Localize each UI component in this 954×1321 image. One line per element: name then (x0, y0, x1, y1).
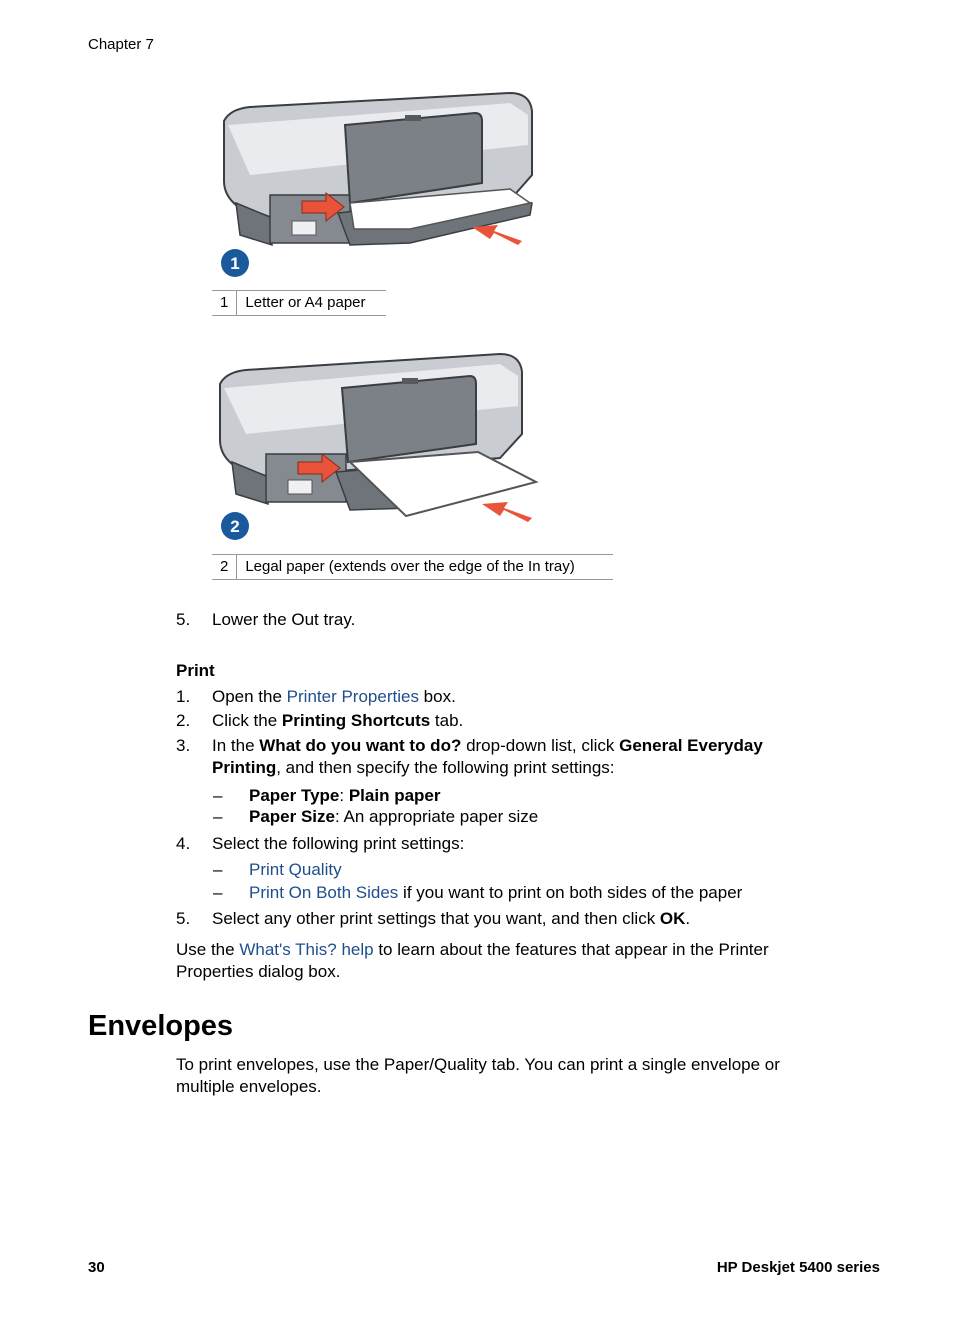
whats-this-help-link[interactable]: What's This? help (239, 940, 373, 959)
list-text: Lower the Out tray. (212, 610, 356, 629)
chapter-header: Chapter 7 (88, 36, 154, 53)
text: To print envelopes, use the Paper/Qualit… (176, 1055, 780, 1074)
section-heading-print: Print (176, 661, 215, 680)
callout-badge-2: 2 (221, 512, 249, 540)
envelopes-intro: To print envelopes, use the Paper/Qualit… (176, 1054, 780, 1098)
printer-illustration-legal: 2 (219, 352, 539, 540)
dash: – (213, 786, 223, 805)
bold-text: Printing Shortcuts (281, 711, 431, 730)
text: . (685, 909, 691, 928)
sub-text: Paper Size: An appropriate paper size (249, 806, 538, 828)
text: Select any other print settings that you… (212, 909, 660, 928)
list-number: 3. (176, 736, 191, 755)
print-on-both-sides-link[interactable]: Print On Both Sides (249, 883, 398, 902)
callout-badge-1: 1 (221, 249, 249, 277)
printer-illustration-letter: 1 (221, 91, 533, 277)
list-number: 2. (176, 711, 191, 730)
dash: – (213, 807, 223, 826)
text: tab. (430, 711, 464, 730)
text: drop-down list, click (461, 736, 620, 755)
list-number: 5. (176, 610, 191, 629)
section-heading-envelopes: Envelopes (88, 1010, 234, 1042)
list-number: 5. (176, 909, 191, 928)
sub-text: Print On Both Sides if you want to print… (249, 882, 742, 904)
dash: – (213, 883, 223, 902)
text: Properties dialog box. (176, 962, 341, 981)
bold-text: Paper Type (249, 786, 340, 805)
bold-text: What do you want to do? (259, 736, 462, 755)
caption-text: Legal paper (extends over the edge of th… (245, 558, 575, 575)
sub-text: Paper Type: Plain paper (249, 785, 440, 807)
list-number: 1. (176, 687, 191, 706)
caption-number: 2 (212, 554, 238, 580)
sub-text: Print Quality (249, 859, 342, 881)
caption-number: 1 (212, 290, 238, 316)
text: Use the (176, 940, 240, 959)
product-name: HP Deskjet 5400 series (716, 1259, 880, 1276)
text: to learn about the features that appear … (373, 940, 769, 959)
list-text: Select any other print settings that you… (212, 908, 690, 930)
insert-arrow (482, 502, 532, 522)
list-text: In the What do you want to do? drop-down… (212, 735, 763, 757)
text: Click the (212, 711, 282, 730)
list-text-line2: Printing, and then specify the following… (212, 757, 615, 779)
text: : An appropriate paper size (335, 807, 539, 826)
bold-text: OK (659, 909, 686, 928)
svg-text:2: 2 (230, 517, 239, 536)
help-note: Use the What's This? help to learn about… (176, 939, 769, 983)
text: , and then specify the following print s… (276, 758, 615, 777)
bold-text: General Everyday (619, 736, 763, 755)
bold-text: Plain paper (348, 786, 441, 805)
text: : (339, 786, 349, 805)
list-number: 4. (176, 834, 191, 853)
page-number: 30 (88, 1259, 105, 1276)
list-text: Click the Printing Shortcuts tab. (212, 710, 463, 732)
figure-caption-table: 1 Letter or A4 paper (212, 290, 386, 316)
text: In the (212, 736, 260, 755)
caption-row: 2 Legal paper (extends over the edge of … (212, 554, 613, 580)
caption-text: Letter or A4 paper (245, 294, 366, 311)
bold-text: Printing (212, 758, 277, 777)
text: box. (418, 687, 456, 706)
printer-properties-link[interactable]: Printer Properties (287, 687, 419, 706)
print-quality-link[interactable]: Print Quality (249, 860, 342, 879)
bold-text: Paper Size (249, 807, 335, 826)
dash: – (213, 860, 223, 879)
tray-tab (405, 115, 421, 121)
caption-row: 1 Letter or A4 paper (212, 290, 386, 316)
list-text: Open the Printer Properties box. (212, 686, 456, 708)
text: if you want to print on both sides of th… (398, 883, 743, 902)
text: Open the (212, 687, 287, 706)
text: multiple envelopes. (176, 1077, 322, 1096)
svg-text:1: 1 (230, 254, 239, 273)
insert-arrow (472, 225, 522, 245)
figure-caption-table: 2 Legal paper (extends over the edge of … (212, 554, 613, 580)
list-text: Select the following print settings: (212, 834, 465, 853)
tray-tab (402, 378, 418, 384)
